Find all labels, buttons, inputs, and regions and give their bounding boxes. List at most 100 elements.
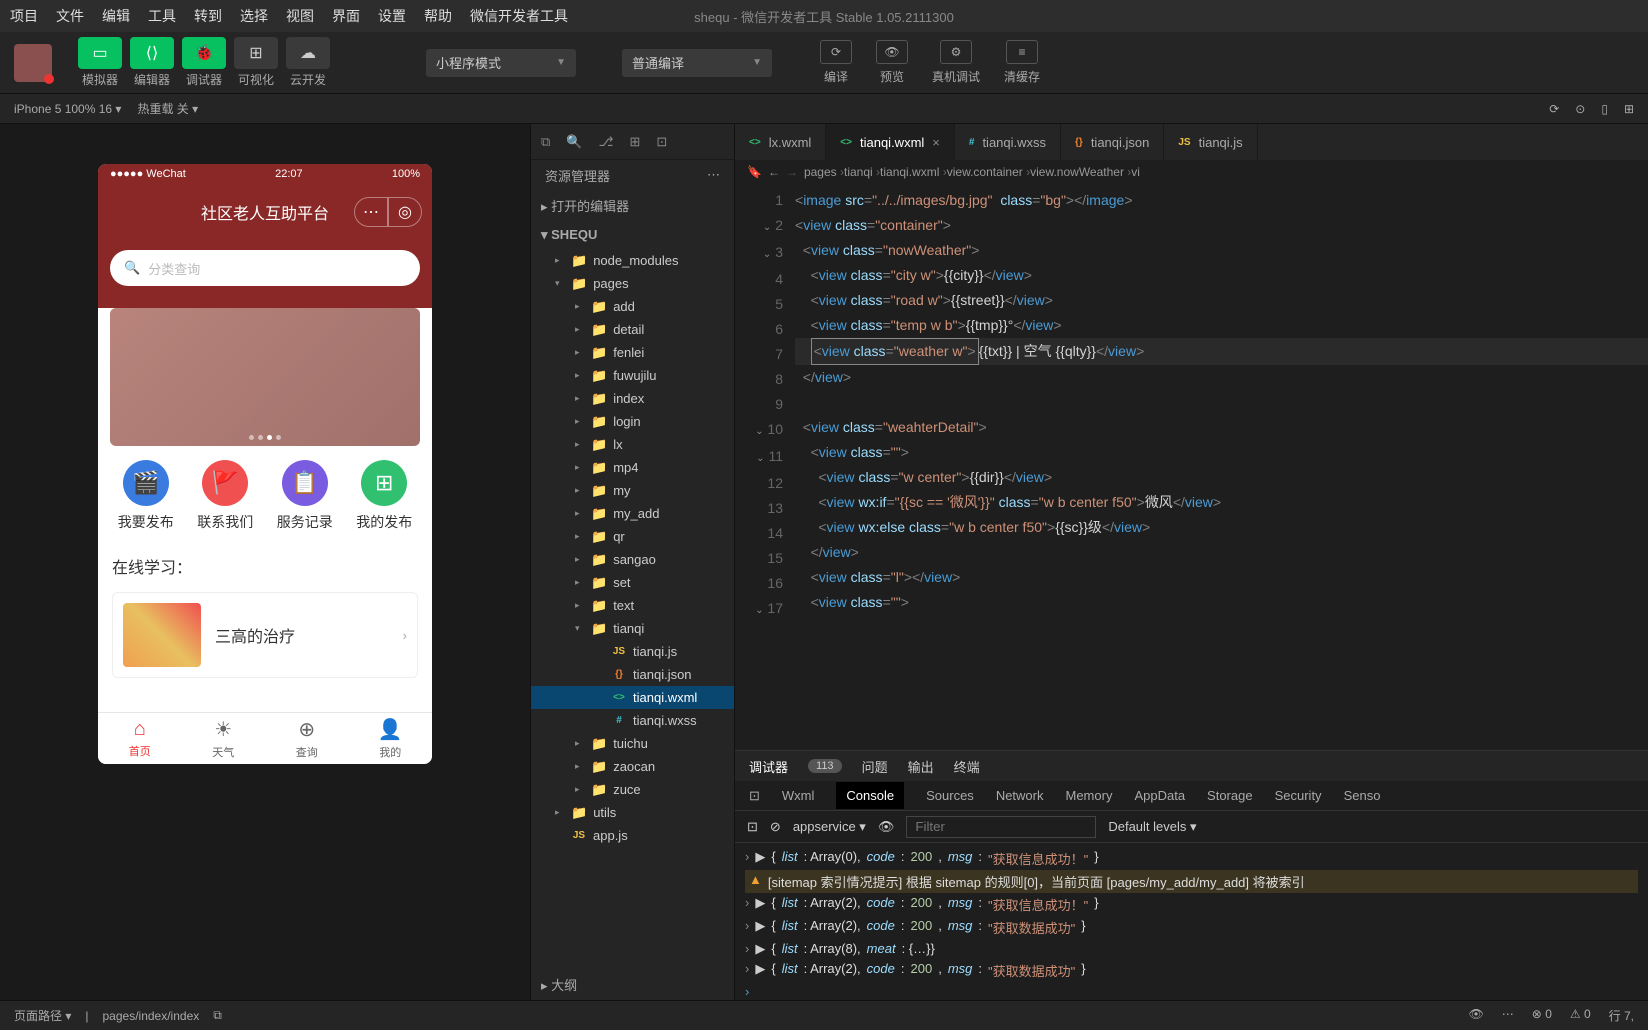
element-picker-icon[interactable]: ⊡ (749, 788, 760, 804)
outline-section[interactable]: ▸ 大纲 (531, 969, 734, 1000)
inspect-element-icon[interactable]: ⊡ (747, 819, 758, 835)
remote-debug-icon[interactable]: ⚙ (940, 40, 972, 64)
tree-item-tianqi.wxml[interactable]: <>tianqi.wxml (531, 686, 734, 709)
hero-carousel[interactable] (110, 308, 420, 446)
tree-item-qr[interactable]: ▸📁qr (531, 525, 734, 548)
mode-dropdown[interactable]: 小程序模式▼ (426, 49, 576, 77)
cloud-button[interactable]: ☁ (286, 37, 330, 69)
editor-button[interactable]: ⟨⟩ (130, 37, 174, 69)
device-selector[interactable]: iPhone 5 100% 16 ▾ (14, 102, 121, 116)
editor-tab-tianqi.wxss[interactable]: # tianqi.wxss (955, 124, 1061, 160)
tabbar-3[interactable]: 👤我的 (349, 713, 433, 764)
extension-icon[interactable]: ⊞ (629, 134, 640, 150)
terminal-tab[interactable]: 终端 (954, 757, 980, 776)
menu-edit[interactable]: 编辑 (102, 6, 130, 26)
menu-project[interactable]: 项目 (10, 6, 38, 26)
menu-file[interactable]: 文件 (56, 6, 84, 26)
avatar[interactable] (14, 44, 52, 82)
debug-tab-Wxml[interactable]: Wxml (782, 788, 815, 803)
copy-icon[interactable]: ⧉ (213, 1008, 222, 1023)
tree-item-zuce[interactable]: ▸📁zuce (531, 778, 734, 801)
tree-item-tianqi.js[interactable]: JStianqi.js (531, 640, 734, 663)
capsule-menu-icon[interactable]: ⋯ (354, 197, 388, 227)
debug-tab-Console[interactable]: Console (836, 782, 904, 809)
tree-item-tianqi.wxss[interactable]: #tianqi.wxss (531, 709, 734, 732)
warning-count[interactable]: ⚠ 0 (1570, 1007, 1591, 1024)
back-icon[interactable]: ⊙ (1575, 102, 1585, 116)
tree-item-tianqi[interactable]: ▾📁tianqi (531, 617, 734, 640)
explorer-more-icon[interactable]: ⋯ (707, 167, 720, 183)
tabbar-1[interactable]: ☀天气 (182, 713, 266, 764)
tree-item-lx[interactable]: ▸📁lx (531, 433, 734, 456)
debug-tab-Sources[interactable]: Sources (926, 788, 974, 803)
page-path-label[interactable]: 页面路径 ▾ (14, 1007, 71, 1024)
menu-devtools[interactable]: 微信开发者工具 (470, 6, 568, 26)
editor-tab-lx.wxml[interactable]: <> lx.wxml (735, 124, 826, 160)
clear-cache-icon[interactable]: ≡ (1006, 40, 1038, 64)
menu-select[interactable]: 选择 (240, 6, 268, 26)
debug-tab-Storage[interactable]: Storage (1207, 788, 1253, 803)
tree-item-tianqi.json[interactable]: {}tianqi.json (531, 663, 734, 686)
hot-reload-toggle[interactable]: 热重载 关 ▾ (137, 100, 198, 117)
menu-settings[interactable]: 设置 (378, 6, 406, 26)
learning-card[interactable]: 三高的治疗 › (112, 592, 418, 678)
debug-tab-Security[interactable]: Security (1275, 788, 1322, 803)
output-tab[interactable]: 输出 (908, 757, 934, 776)
back-nav-icon[interactable]: ← (768, 165, 780, 179)
menu-goto[interactable]: 转到 (194, 6, 222, 26)
tree-item-mp4[interactable]: ▸📁mp4 (531, 456, 734, 479)
tree-item-zaocan[interactable]: ▸📁zaocan (531, 755, 734, 778)
tabbar-2[interactable]: ⊕查询 (265, 713, 349, 764)
phone-simulator[interactable]: ●●●●● WeChat 22:07 100% 社区老人互助平台 ⋯ ◎ 🔍 分… (98, 164, 432, 764)
tree-item-sangao[interactable]: ▸📁sangao (531, 548, 734, 571)
cursor-position[interactable]: 行 7, (1609, 1007, 1634, 1024)
preview-icon[interactable]: 👁 (876, 40, 908, 64)
more-icon[interactable]: ⊡ (656, 134, 667, 150)
git-icon[interactable]: ⎇ (598, 134, 613, 150)
levels-dropdown[interactable]: Default levels ▾ (1108, 819, 1196, 835)
menu-tools[interactable]: 工具 (148, 6, 176, 26)
tree-item-app.js[interactable]: JSapp.js (531, 824, 734, 847)
menu-help[interactable]: 帮助 (424, 6, 452, 26)
project-root[interactable]: ▾ SHEQU (531, 221, 734, 249)
debugger-button[interactable]: 🐞 (182, 37, 226, 69)
compile-icon[interactable]: ⟳ (820, 40, 852, 64)
open-editors-section[interactable]: ▸ 打开的编辑器 (531, 190, 734, 221)
error-count[interactable]: ⊗ 0 (1532, 1007, 1552, 1024)
visibility-icon[interactable]: 👁 (1469, 1007, 1484, 1024)
tree-item-fenlei[interactable]: ▸📁fenlei (531, 341, 734, 364)
debugger-tab[interactable]: 调试器 (749, 757, 788, 776)
debug-tab-Senso[interactable]: Senso (1344, 788, 1381, 803)
simulator-button[interactable]: ▭ (78, 37, 122, 69)
editor-tab-tianqi.wxml[interactable]: <> tianqi.wxml× (826, 124, 955, 160)
quick-action-2[interactable]: 📋 服务记录 (277, 460, 333, 532)
tree-item-pages[interactable]: ▾📁pages (531, 272, 734, 295)
breadcrumb[interactable]: 🔖 ← → pages ›tianqi ›tianqi.wxml ›view.c… (735, 160, 1648, 184)
tree-item-my_add[interactable]: ▸📁my_add (531, 502, 734, 525)
tree-item-utils[interactable]: ▸📁utils (531, 801, 734, 824)
refresh-icon[interactable]: ⟳ (1549, 102, 1559, 116)
tree-item-login[interactable]: ▸📁login (531, 410, 734, 433)
menu-view[interactable]: 视图 (286, 6, 314, 26)
tree-item-my[interactable]: ▸📁my (531, 479, 734, 502)
tree-item-tuichu[interactable]: ▸📁tuichu (531, 732, 734, 755)
tree-item-add[interactable]: ▸📁add (531, 295, 734, 318)
tabbar-0[interactable]: ⌂首页 (98, 713, 182, 764)
fwd-nav-icon[interactable]: → (786, 165, 798, 179)
visualize-button[interactable]: ⊞ (234, 37, 278, 69)
tree-item-set[interactable]: ▸📁set (531, 571, 734, 594)
tree-item-detail[interactable]: ▸📁detail (531, 318, 734, 341)
debug-tab-Network[interactable]: Network (996, 788, 1044, 803)
editor-tab-tianqi.json[interactable]: {} tianqi.json (1061, 124, 1164, 160)
debug-tab-AppData[interactable]: AppData (1134, 788, 1185, 803)
search-icon[interactable]: 🔍 (566, 134, 582, 150)
filter-input[interactable] (906, 816, 1096, 838)
tree-item-text[interactable]: ▸📁text (531, 594, 734, 617)
more-status-icon[interactable]: ⋯ (1502, 1007, 1514, 1024)
tree-item-node_modules[interactable]: ▸📁node_modules (531, 249, 734, 272)
page-path[interactable]: pages/index/index (103, 1009, 200, 1023)
tree-item-index[interactable]: ▸📁index (531, 387, 734, 410)
clear-console-icon[interactable]: ⊘ (770, 819, 781, 835)
debug-tab-Memory[interactable]: Memory (1066, 788, 1113, 803)
quick-action-1[interactable]: 🚩 联系我们 (197, 460, 253, 532)
